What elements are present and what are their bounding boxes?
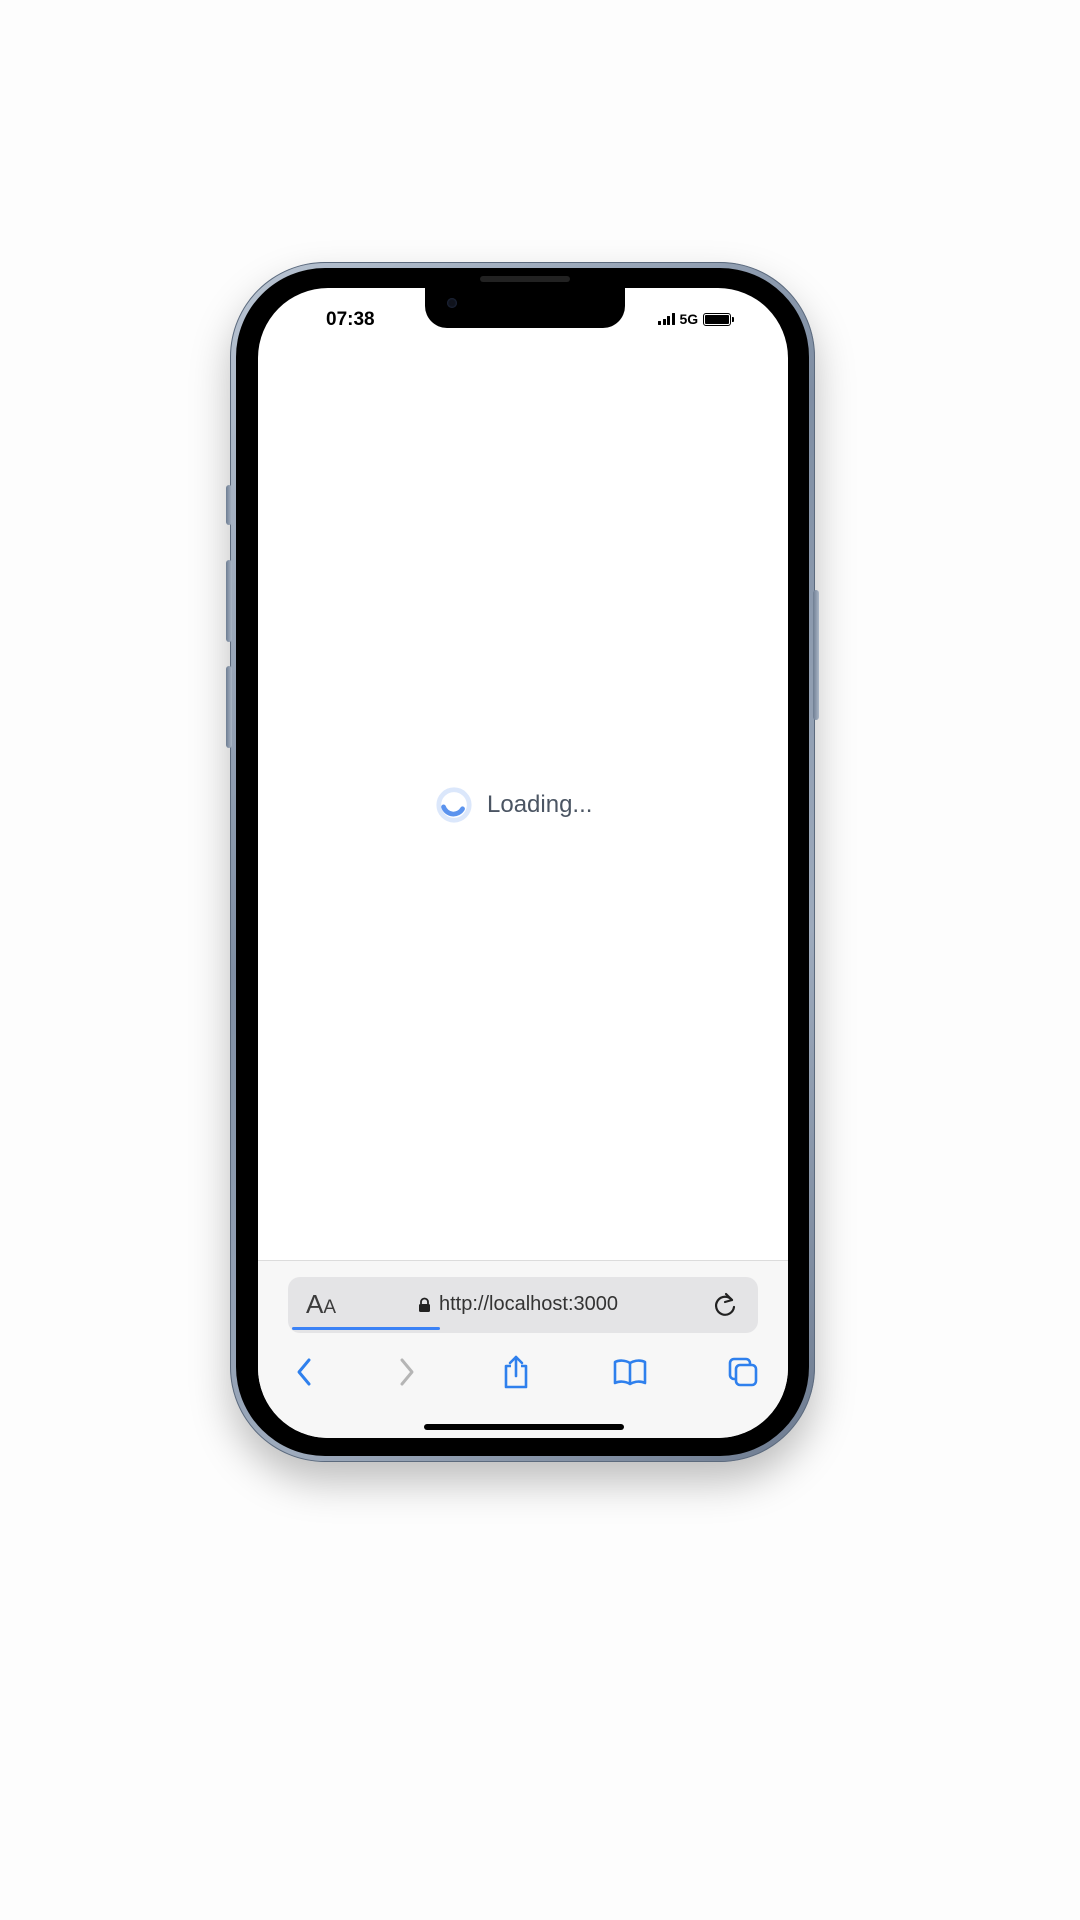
share-button[interactable] [496, 1352, 536, 1392]
front-camera-icon [447, 298, 457, 308]
battery-full-icon [703, 312, 735, 326]
address-bar[interactable]: AA http://localhost:3000 [288, 1277, 758, 1333]
text-size-label-large: A [306, 1289, 324, 1319]
book-icon [613, 1359, 647, 1386]
status-time: 07:38 [326, 309, 375, 330]
share-icon [504, 1355, 528, 1389]
chevron-left-icon [297, 1358, 311, 1386]
text-size-label-small: A [323, 1297, 337, 1318]
loading-spinner-icon [436, 787, 472, 823]
notch [425, 288, 625, 328]
status-icons: 5G [658, 310, 735, 328]
page-load-progress [292, 1327, 754, 1330]
reload-icon[interactable] [710, 1290, 740, 1320]
volume-up-button [226, 560, 232, 642]
mute-switch [226, 485, 232, 525]
browser-bottom-bar: AA http://localhost:3000 [258, 1260, 788, 1438]
bookmarks-button[interactable] [610, 1352, 650, 1392]
chevron-right-icon [400, 1358, 414, 1386]
phone-screen: 07:38 5G Loading... AA http://localhost:… [258, 288, 788, 1438]
lock-icon [419, 1297, 430, 1312]
loading-text: Loading... [487, 791, 593, 818]
loading-indicator: Loading... [435, 786, 592, 824]
earpiece-speaker [480, 276, 570, 282]
url-display[interactable]: http://localhost:3000 [418, 1293, 618, 1316]
page: 07:38 5G Loading... AA http://localhost:… [0, 0, 1080, 1920]
signal-bars-icon [658, 313, 675, 325]
tabs-icon [728, 1357, 758, 1387]
text-size-button[interactable]: AA [306, 1291, 336, 1321]
power-button [813, 590, 819, 720]
url-text: http://localhost:3000 [439, 1293, 619, 1315]
tabs-button[interactable] [723, 1352, 763, 1392]
forward-button[interactable] [386, 1352, 426, 1392]
network-label: 5G [679, 311, 699, 327]
page-load-progress-fill [292, 1327, 440, 1330]
browser-toolbar [258, 1346, 788, 1396]
home-indicator[interactable] [424, 1424, 624, 1430]
volume-down-button [226, 666, 232, 748]
back-button[interactable] [285, 1352, 325, 1392]
